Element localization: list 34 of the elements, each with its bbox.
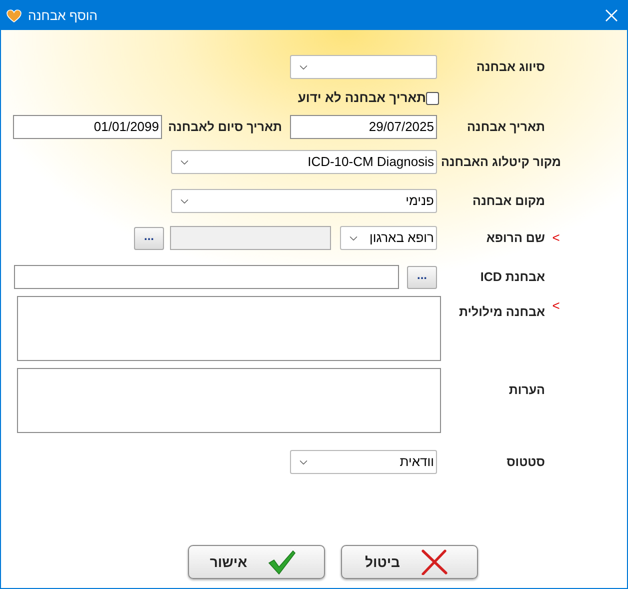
close-icon [604, 9, 618, 22]
checkbox[interactable] [426, 92, 439, 104]
field-label: סטטוס [506, 454, 545, 471]
cancel-button[interactable]: ביטול [341, 545, 478, 579]
field-label: תאריך סיום לאבחנה [167, 118, 282, 136]
checkmark-icon [267, 549, 298, 575]
text-area[interactable] [17, 368, 441, 433]
text-area[interactable] [17, 296, 441, 361]
browse-button[interactable]: ... [407, 266, 437, 288]
text-field[interactable] [14, 265, 399, 289]
required-marker: < [552, 297, 560, 315]
cross-icon [420, 549, 448, 575]
field-label: הערות [508, 382, 545, 399]
checkbox-label: תאריך אבחנה לא ידוע [298, 89, 426, 108]
field-label: סיווג אבחנה [475, 58, 545, 76]
heart-icon [6, 8, 22, 22]
browse-button[interactable]: ... [134, 226, 164, 250]
dropdown[interactable]: פנימי [171, 189, 437, 213]
dropdown[interactable]: וודאית [290, 450, 437, 474]
dropdown[interactable]: רופא בארגון [340, 226, 437, 250]
field-label: תאריך אבחנה [466, 118, 545, 136]
field-label: אבחנה מילולית [458, 304, 545, 321]
confirm-button[interactable]: אישור [188, 545, 325, 579]
dropdown[interactable] [290, 55, 437, 79]
required-marker: < [552, 229, 560, 248]
field-label: מקור קיטלוג האבחנה [440, 154, 561, 171]
text-field[interactable]: 29/07/2025 [290, 115, 437, 139]
field-label: שם הרופא [485, 230, 545, 247]
text-field[interactable]: 01/01/2099 [13, 115, 162, 139]
text-field[interactable] [170, 226, 331, 250]
field-label: מקום אבחנה [472, 192, 545, 210]
field-label: אבחנת ICD [479, 268, 545, 286]
dropdown[interactable]: ICD-10-CM Diagnosis [171, 150, 437, 174]
window-title: הוסף אבחנה [28, 6, 98, 25]
